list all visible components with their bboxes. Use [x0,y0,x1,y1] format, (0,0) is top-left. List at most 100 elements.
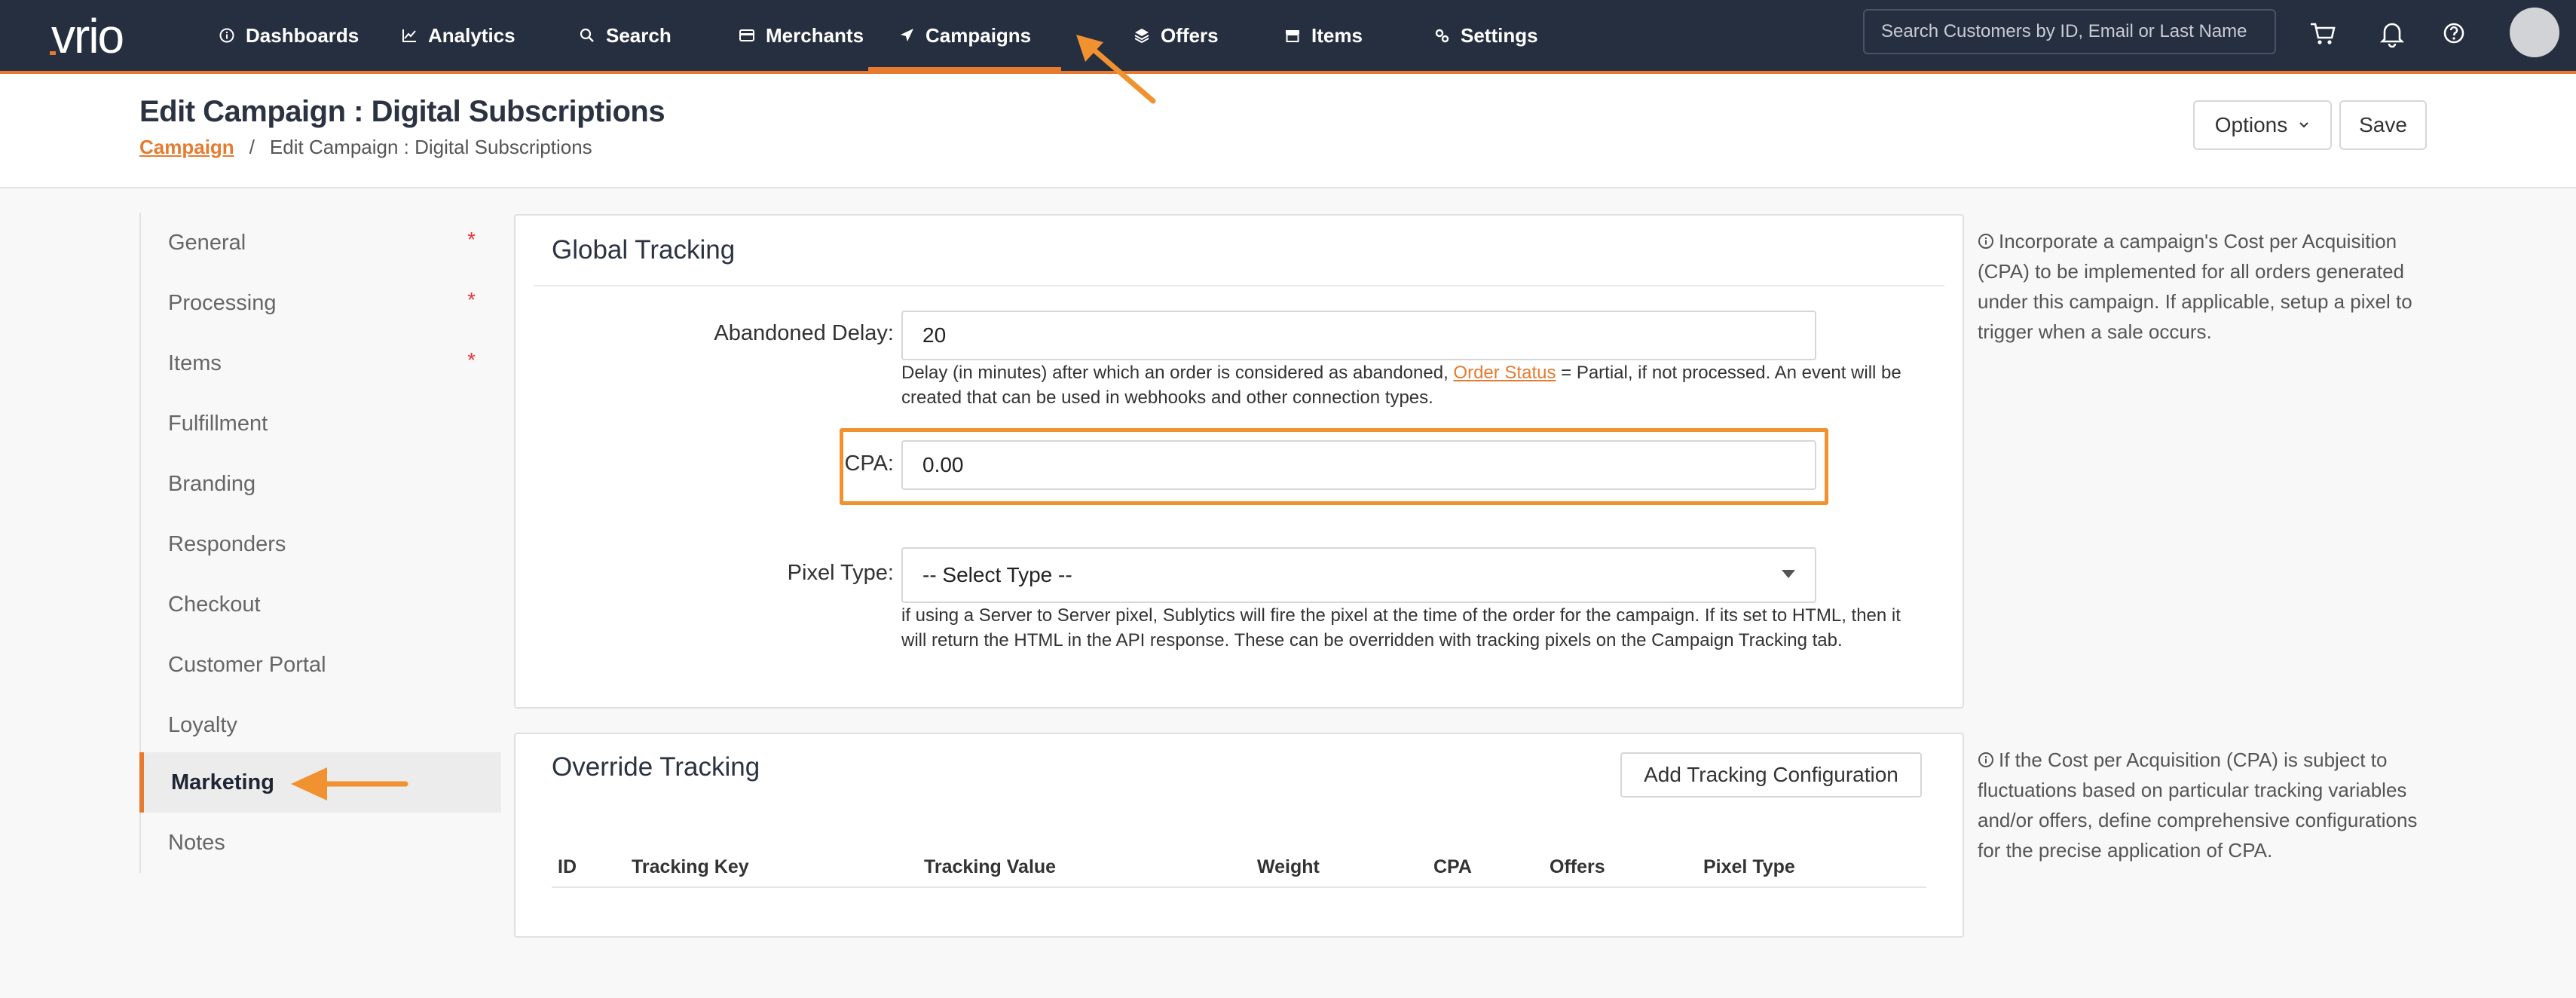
abandoned-delay-help-pre: Delay (in minutes) after which an order … [901,363,1454,383]
nav-analytics[interactable]: Analytics [401,0,516,71]
sidebar-item-label: Notes [168,830,225,855]
chevron-down-icon [2299,122,2308,128]
breadcrumb-separator: / [249,136,255,158]
sidebar-item-customer-portal[interactable]: Customer Portal [141,635,503,695]
avatar[interactable] [2510,8,2559,57]
override-tracking-panel: Override Tracking Add Tracking Configura… [514,733,1964,938]
sidebar-item-checkout[interactable]: Checkout [141,574,503,635]
info-icon [1978,234,1993,249]
nav-search-label: Search [606,23,672,47]
page-title: Edit Campaign : Digital Subscriptions [139,95,665,128]
customer-search-input[interactable]: Search Customers by ID, Email or Last Na… [1863,9,2276,54]
line-chart-icon [402,29,416,42]
annotation-arrow-marketing [291,767,408,801]
sidebar-item-notes[interactable]: Notes [141,813,503,873]
override-tracking-info-text: If the Cost per Acquisition (CPA) is sub… [1978,748,2418,862]
cpa-input[interactable]: 0.00 [901,440,1816,490]
nav-search[interactable]: Search [579,0,672,71]
send-icon [901,29,913,41]
sidebar-item-loyalty[interactable]: Loyalty [141,695,503,755]
column-header-id[interactable]: ID [558,856,577,878]
gears-icon [1435,29,1449,43]
cpa-value: 0.00 [922,453,964,476]
nav-dashboards[interactable]: Dashboards [219,0,359,71]
cart-icon[interactable] [2308,18,2338,48]
global-tracking-info: Incorporate a campaign's Cost per Acquis… [1978,226,2445,347]
global-tracking-panel: Global Tracking Abandoned Delay: 20 Dela… [514,214,1964,709]
column-header-tracking-key[interactable]: Tracking Key [632,856,749,878]
top-navbar: vrio Dashboards Analytics Search Merchan… [0,0,2576,74]
sidebar-item-label: Loyalty [168,712,237,737]
box-icon [1286,30,1299,42]
pixel-type-selected: -- Select Type -- [922,563,1072,586]
column-header-pixel-type[interactable]: Pixel Type [1703,856,1795,878]
options-button[interactable]: Options [2193,100,2332,150]
sidebar-item-label: Processing [168,290,277,315]
breadcrumb-campaign-link[interactable]: Campaign [139,136,234,159]
column-header-cpa[interactable]: CPA [1433,856,1472,878]
nav-dashboards-label: Dashboards [246,23,359,47]
help-icon[interactable] [2439,18,2469,48]
nav-merchants[interactable]: Merchants [739,0,864,71]
add-tracking-configuration-button[interactable]: Add Tracking Configuration [1620,752,1922,797]
nav-settings-label: Settings [1461,23,1538,47]
required-marker: * [467,228,476,251]
pixel-type-help: if using a Server to Server pixel, Subly… [901,605,1901,651]
nav-items-label: Items [1311,23,1363,47]
abandoned-delay-input[interactable]: 20 [901,311,1816,360]
info-circle-icon [219,28,234,43]
nav-offers-label: Offers [1161,23,1219,47]
nav-campaigns-label: Campaigns [925,23,1032,47]
page-header: Edit Campaign : Digital Subscriptions Ca… [0,74,2576,188]
add-tracking-configuration-label: Add Tracking Configuration [1644,763,1898,786]
required-marker: * [467,288,476,311]
sidebar-item-fulfillment[interactable]: Fulfillment [141,393,503,454]
sidebar-item-label: Fulfillment [168,411,268,436]
abandoned-delay-value: 20 [922,323,947,347]
sidebar-item-items[interactable]: Items * [141,333,503,393]
pixel-type-label: Pixel Type: [787,561,894,585]
sidebar-item-responders[interactable]: Responders [141,514,503,574]
order-status-link[interactable]: Order Status [1453,363,1556,383]
global-tracking-info-text: Incorporate a campaign's Cost per Acquis… [1978,230,2412,343]
table-header-divider [552,886,1926,888]
info-icon [1978,752,1993,767]
abandoned-delay-help: Delay (in minutes) after which an order … [901,360,1926,410]
sidebar-item-label: Customer Portal [168,652,326,677]
pixel-type-select[interactable]: -- Select Type -- [901,547,1816,603]
nav-items[interactable]: Items [1284,0,1363,71]
nav-campaigns[interactable]: Campaigns [868,0,1062,71]
sidebar-item-label: Responders [168,531,286,556]
sidebar-item-processing[interactable]: Processing * [141,273,503,333]
divider [534,285,1944,286]
save-button[interactable]: Save [2339,100,2427,150]
sidebar-item-branding[interactable]: Branding [141,454,503,514]
vrio-logo[interactable]: vrio [48,9,169,62]
column-header-tracking-value[interactable]: Tracking Value [924,856,1056,878]
options-button-label: Options [2214,113,2288,136]
abandoned-delay-label: Abandoned Delay: [714,321,894,345]
nav-merchants-label: Merchants [766,23,864,47]
bell-icon[interactable] [2377,18,2407,48]
caret-down-icon [1782,570,1795,578]
search-icon [580,28,594,42]
sidebar-item-label: Checkout [168,592,261,617]
column-header-weight[interactable]: Weight [1257,856,1320,878]
sidebar-item-label: Marketing [171,770,274,794]
override-tracking-info: If the Cost per Acquisition (CPA) is sub… [1978,745,2445,865]
column-header-offers[interactable]: Offers [1550,856,1605,878]
cpa-label: CPA: [844,452,894,476]
save-button-label: Save [2359,113,2407,136]
nav-settings[interactable]: Settings [1433,0,1538,71]
sidebar-item-label: General [168,230,246,255]
annotation-arrow-campaigns [1076,35,1156,104]
breadcrumb-current: Edit Campaign : Digital Subscriptions [269,136,592,158]
override-tracking-title: Override Tracking [552,752,760,782]
sidebar-item-label: Items [168,351,222,375]
breadcrumb: Campaign / Edit Campaign : Digital Subsc… [139,136,592,159]
sidebar-item-general[interactable]: General * [141,213,503,273]
card-icon [739,29,754,41]
customer-search-placeholder: Search Customers by ID, Email or Last Na… [1881,21,2247,41]
sidebar-item-label: Branding [168,471,256,496]
global-tracking-title: Global Tracking [552,235,736,265]
